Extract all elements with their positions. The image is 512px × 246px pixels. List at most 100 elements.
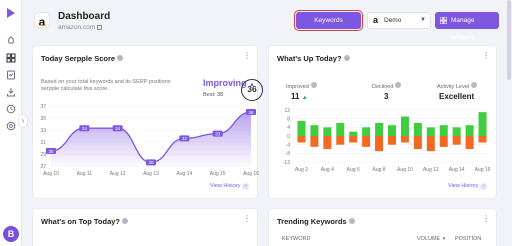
- serpple-score-chart: 27 29 31 33 35 37 30 Aug 10 34 Aug 11 34 Aug 12 28 Au…: [40, 104, 259, 177]
- serpple-score-card: Today Serpple Score ⋮ Based on your tota…: [32, 45, 263, 199]
- arrow-right-icon[interactable]: ›: [242, 183, 250, 190]
- declined-bar: [323, 136, 332, 149]
- declined-bar: [465, 136, 474, 149]
- reports-icon[interactable]: [6, 70, 16, 80]
- column-header-volume[interactable]: VOLUME ▼: [417, 236, 446, 242]
- user-avatar[interactable]: B: [3, 226, 19, 242]
- improved-value: 11 ▲: [291, 92, 308, 101]
- arrow-right-icon[interactable]: ›: [480, 183, 488, 190]
- more-menu-icon[interactable]: ⋮: [243, 52, 251, 60]
- view-history-link[interactable]: View History ›: [210, 183, 250, 190]
- keywords-button[interactable]: Keywords: [293, 9, 364, 32]
- improved-bar: [387, 125, 397, 136]
- info-icon[interactable]: [395, 82, 402, 88]
- declined-bar: [336, 136, 345, 145]
- declined-bar: [297, 136, 306, 143]
- info-icon[interactable]: [348, 218, 355, 224]
- more-menu-icon[interactable]: ⋮: [243, 215, 251, 223]
- sidebar-collapse-toggle[interactable]: ›: [18, 114, 28, 128]
- whats-up-chart: 12 8 4 0 -4 -8 -12 Aug 2 Aug 4 Aug 6 Aug 8 Aug 10 Au…: [283, 108, 491, 173]
- x-tick-label: Aug 10: [43, 171, 59, 177]
- improved-bar: [310, 125, 319, 136]
- x-tick-label: Aug 2: [295, 167, 308, 173]
- app-logo[interactable]: [6, 7, 16, 19]
- info-icon[interactable]: [117, 55, 124, 61]
- declined-bar: [400, 136, 409, 143]
- more-menu-icon[interactable]: ⋮: [482, 215, 490, 223]
- card-title: Trending Keywords: [277, 217, 347, 226]
- info-icon[interactable]: [310, 82, 317, 88]
- declined-bar: [362, 136, 371, 147]
- x-tick-label: Aug 8: [373, 167, 386, 173]
- chevron-down-icon: ▼: [420, 17, 426, 23]
- info-icon[interactable]: [471, 82, 478, 88]
- y-tick-label: 29: [40, 152, 46, 158]
- declined-bar: [349, 136, 358, 143]
- marketplace-select[interactable]: a Demo ▼: [367, 12, 431, 29]
- amazon-icon: a: [373, 15, 379, 25]
- y-tick-label: 27: [40, 164, 46, 170]
- declined-bar: [426, 136, 435, 152]
- x-tick-label: Aug 12: [423, 167, 439, 173]
- card-title: What's Up Today?: [277, 54, 342, 63]
- info-icon[interactable]: [343, 55, 350, 61]
- score-ring: 36: [241, 79, 263, 101]
- column-header-keyword[interactable]: KEYWORD: [282, 236, 310, 242]
- improved-bar: [426, 127, 435, 136]
- dashboard-icon[interactable]: [6, 53, 16, 63]
- settings-icon[interactable]: [6, 121, 16, 131]
- score-area: [51, 112, 251, 166]
- improved-bar: [323, 127, 332, 136]
- x-tick-label: Aug 4: [321, 167, 334, 173]
- amazon-smile-icon: [38, 23, 47, 26]
- improved-bar: [413, 123, 422, 136]
- page-scrollbar[interactable]: [507, 0, 511, 80]
- improved-bar: [297, 120, 306, 136]
- more-menu-icon[interactable]: ⋮: [482, 52, 490, 60]
- declined-value: 3: [384, 92, 389, 101]
- view-history-link[interactable]: View History ›: [448, 183, 488, 190]
- y-tick-label: 33: [40, 128, 46, 134]
- sort-desc-icon[interactable]: ▼: [442, 236, 446, 241]
- improved-bar: [375, 123, 384, 136]
- declined-bar: [387, 136, 397, 145]
- card-title: Today Serpple Score: [41, 54, 116, 63]
- data-label: 33: [215, 131, 221, 136]
- data-label: 32: [182, 136, 188, 141]
- x-tick-label: Aug 6: [347, 167, 360, 173]
- declined-bar: [439, 136, 448, 147]
- improved-bar: [465, 125, 474, 136]
- up-arrow-icon: ▲: [301, 95, 308, 101]
- activity-value: Excellent: [439, 92, 475, 101]
- declined-bar: [375, 136, 384, 152]
- y-tick-label: 12: [284, 108, 290, 114]
- widgets-icon: [440, 17, 447, 24]
- best-score: Best: 38: [203, 92, 224, 98]
- column-header-position[interactable]: POSITION: [455, 236, 481, 242]
- info-icon[interactable]: [122, 218, 128, 224]
- y-tick-label: -8: [286, 151, 291, 157]
- declined-bar: [310, 136, 319, 147]
- x-tick-label: Aug 14: [449, 167, 465, 173]
- site-link[interactable]: amazon.com: [58, 24, 103, 31]
- page-title: Dashboard: [58, 11, 111, 22]
- rocket-icon[interactable]: [6, 36, 16, 46]
- improved-bar: [439, 125, 448, 136]
- manage-widgets-button[interactable]: Manage Widgets: [435, 12, 499, 41]
- declined-label: Declined: [372, 82, 402, 90]
- y-tick-label: 35: [40, 116, 46, 122]
- improved-bar: [349, 131, 358, 136]
- external-link-icon[interactable]: [97, 24, 103, 30]
- y-tick-label: 0: [287, 134, 290, 140]
- history-icon[interactable]: [6, 104, 16, 114]
- amazon-logo: a: [34, 12, 50, 28]
- activity-label: Activity Level: [437, 82, 478, 90]
- data-label: 34: [115, 126, 121, 131]
- x-tick-label: Aug 14: [176, 171, 192, 177]
- card-title: What's on Top Today?: [41, 217, 120, 226]
- declined-bar: [478, 136, 487, 143]
- downloads-icon[interactable]: [6, 87, 16, 97]
- y-tick-label: 8: [287, 116, 290, 122]
- data-label: 36: [248, 110, 254, 115]
- declined-bar: [413, 136, 422, 149]
